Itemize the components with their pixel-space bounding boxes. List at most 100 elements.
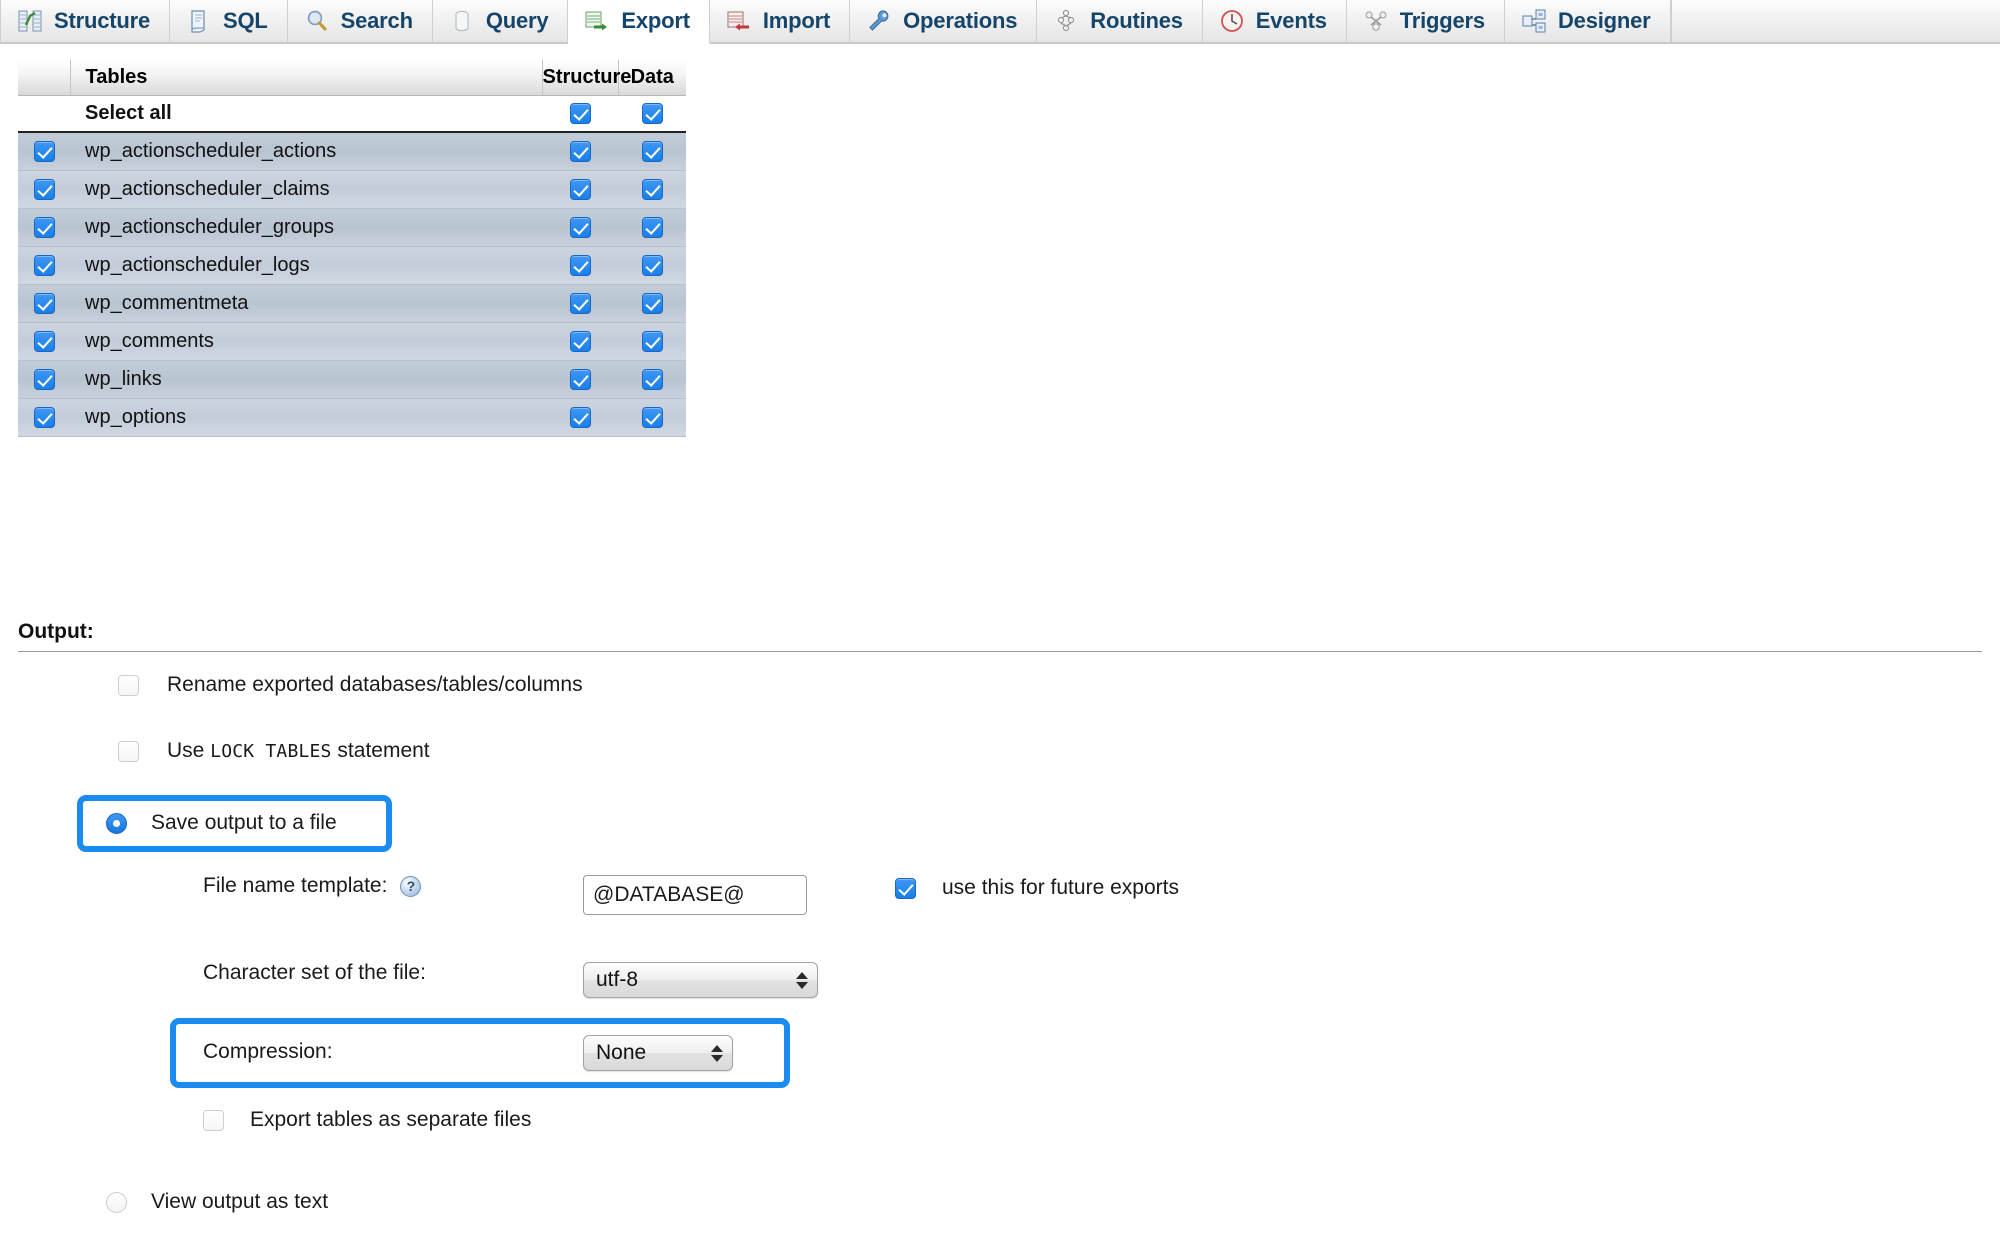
select-all-row[interactable]: Select all [18, 95, 686, 133]
row-data-checkbox[interactable] [641, 292, 663, 314]
tab-designer[interactable]: Designer [1504, 0, 1671, 42]
tables-header-row: Tables Structure Data [18, 60, 686, 96]
charset-row: Character set of the file: [203, 961, 426, 985]
tab-events[interactable]: Events [1202, 0, 1347, 42]
tab-operations[interactable]: Operations [850, 0, 1038, 42]
row-data-checkbox[interactable] [641, 178, 663, 200]
tab-export[interactable]: Export [568, 0, 710, 44]
row-select-checkbox[interactable] [33, 406, 55, 428]
output-section-header: Output: [18, 620, 1982, 652]
row-data-cell [618, 360, 686, 399]
row-structure-checkbox[interactable] [569, 140, 591, 162]
row-data-checkbox[interactable] [641, 216, 663, 238]
row-select-checkbox[interactable] [33, 216, 55, 238]
column-header-checkbox [18, 60, 71, 96]
row-structure-checkbox[interactable] [569, 292, 591, 314]
designer-icon [1522, 9, 1546, 33]
future-exports-row[interactable]: use this for future exports [895, 876, 1179, 900]
view-output-as-text-radio[interactable] [106, 1191, 127, 1213]
rename-exported-checkbox[interactable] [118, 674, 139, 696]
row-structure-checkbox[interactable] [569, 254, 591, 276]
row-select-checkbox[interactable] [33, 368, 55, 390]
chevron-updown-icon [711, 1044, 723, 1062]
row-structure-checkbox[interactable] [569, 178, 591, 200]
save-output-to-file-label: Save output to a file [151, 811, 337, 834]
table-row[interactable]: wp_options [18, 398, 686, 437]
sql-icon [191, 10, 205, 33]
tab-structure-label: Structure [54, 8, 150, 33]
compression-select[interactable]: None [583, 1035, 733, 1071]
file-name-template-input[interactable] [583, 875, 807, 915]
tab-events-label: Events [1255, 8, 1327, 33]
save-output-to-file-radio[interactable] [106, 812, 127, 834]
row-table-name: wp_links [70, 360, 542, 399]
export-separate-files-checkbox[interactable] [203, 1109, 224, 1131]
tab-sql[interactable]: SQL [170, 0, 288, 42]
tab-routines[interactable]: Routines [1037, 0, 1203, 42]
table-row[interactable]: wp_actionscheduler_groups [18, 208, 686, 247]
row-data-checkbox[interactable] [641, 368, 663, 390]
tab-sql-label: SQL [223, 8, 268, 33]
separate-files-row[interactable]: Export tables as separate files [203, 1108, 531, 1132]
table-row[interactable]: wp_commentmeta [18, 284, 686, 323]
row-select-cell [18, 360, 70, 399]
table-row[interactable]: wp_actionscheduler_claims [18, 170, 686, 209]
row-select-checkbox[interactable] [33, 254, 55, 276]
row-table-name: wp_actionscheduler_claims [70, 170, 542, 209]
select-all-data-checkbox[interactable] [641, 102, 663, 124]
row-structure-cell [542, 322, 618, 361]
row-structure-checkbox[interactable] [569, 330, 591, 352]
row-structure-checkbox[interactable] [569, 368, 591, 390]
file-name-template-row: File name template: [203, 874, 422, 898]
select-all-structure-checkbox[interactable] [569, 102, 591, 124]
row-select-checkbox[interactable] [33, 330, 55, 352]
view-output-as-text-row[interactable]: View output as text [106, 1190, 328, 1214]
tab-query[interactable]: Query [432, 0, 569, 42]
row-data-checkbox[interactable] [641, 330, 663, 352]
tab-triggers[interactable]: Triggers [1346, 0, 1505, 42]
row-data-checkbox[interactable] [641, 254, 663, 276]
row-data-cell [618, 208, 686, 247]
table-row[interactable]: wp_links [18, 360, 686, 399]
row-data-checkbox[interactable] [641, 140, 663, 162]
rename-option-row[interactable]: Rename exported databases/tables/columns [118, 673, 583, 697]
charset-select[interactable]: utf-8 [583, 962, 818, 998]
output-divider [18, 651, 1982, 652]
row-table-name: wp_options [70, 398, 542, 437]
row-structure-cell [542, 208, 618, 247]
charset-label: Character set of the file: [203, 961, 426, 984]
tab-routines-label: Routines [1090, 8, 1183, 33]
tab-bar-filler [1670, 0, 2000, 42]
row-select-checkbox[interactable] [33, 178, 55, 200]
use-for-future-exports-checkbox[interactable] [895, 877, 916, 899]
table-row[interactable]: wp_actionscheduler_actions [18, 132, 686, 171]
row-table-name: wp_actionscheduler_groups [70, 208, 542, 247]
tab-import[interactable]: Import [709, 0, 851, 42]
row-data-checkbox[interactable] [641, 406, 663, 428]
tab-import-label: Import [762, 8, 831, 33]
tab-designer-label: Designer [1557, 8, 1651, 33]
rename-exported-label: Rename exported databases/tables/columns [167, 673, 583, 696]
lock-tables-option-row[interactable]: Use LOCK TABLES statement [118, 739, 430, 763]
save-output-to-file-row[interactable]: Save output to a file [106, 811, 337, 835]
lock-tables-checkbox[interactable] [118, 740, 139, 762]
help-icon[interactable] [400, 875, 422, 897]
row-select-checkbox[interactable] [33, 292, 55, 314]
tab-structure[interactable]: Structure [0, 0, 170, 42]
row-structure-cell [542, 284, 618, 323]
triggers-icon [1365, 11, 1387, 31]
row-select-checkbox[interactable] [33, 140, 55, 162]
row-select-cell [18, 284, 70, 323]
compression-label: Compression: [203, 1040, 333, 1063]
row-structure-checkbox[interactable] [569, 406, 591, 428]
row-select-cell [18, 170, 70, 209]
tab-search[interactable]: Search [287, 0, 433, 42]
table-row[interactable]: wp_actionscheduler_logs [18, 246, 686, 285]
tab-export-label: Export [621, 8, 690, 33]
row-structure-checkbox[interactable] [569, 216, 591, 238]
column-header-structure: Structure [542, 60, 631, 96]
table-row[interactable]: wp_comments [18, 322, 686, 361]
row-table-name: wp_actionscheduler_logs [70, 246, 542, 285]
row-data-cell [618, 132, 686, 171]
lock-tables-label: Use LOCK TABLES statement [167, 739, 430, 763]
